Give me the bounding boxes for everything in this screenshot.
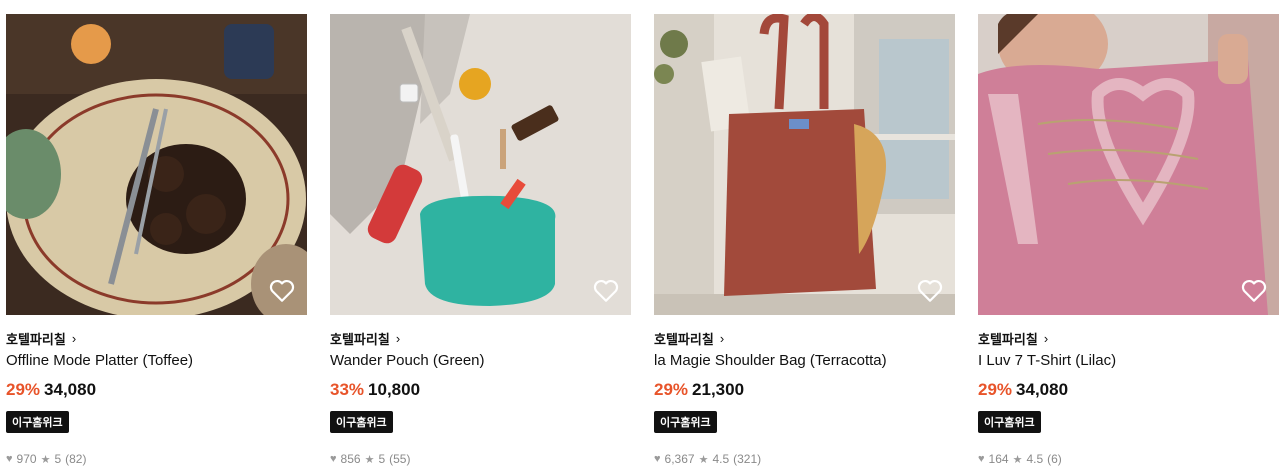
heart-icon[interactable] (269, 279, 295, 303)
rating-value: 5 (54, 452, 62, 466)
like-count: 6,367 (664, 452, 695, 466)
price-row: 29% 34,080 (978, 380, 1279, 404)
heart-small-icon: ♥ (654, 453, 661, 465)
product-image[interactable] (330, 14, 631, 315)
product-name[interactable]: la Magie Shoulder Bag (Terracotta) (654, 352, 955, 372)
product-card[interactable]: 호텔파리칠 › Wander Pouch (Green) 33% 10,800 … (330, 14, 631, 467)
star-icon: ★ (40, 453, 51, 466)
product-image[interactable] (654, 14, 955, 315)
product-stats: ♥ 164 ★ 4.5 (6) (978, 451, 1279, 467)
product-stats: ♥ 970 ★ 5 (82) (6, 451, 307, 467)
platter-photo (6, 14, 307, 315)
event-badge: 이구홈위크 (330, 411, 393, 433)
brand-link[interactable]: 호텔파리칠 › (330, 329, 631, 347)
star-icon: ★ (1012, 453, 1023, 466)
chevron-right-icon: › (1043, 330, 1049, 346)
rating-value: 4.5 (1026, 452, 1044, 466)
sale-price: 34,080 (44, 380, 97, 399)
product-card[interactable]: 호텔파리칠 › Offline Mode Platter (Toffee) 29… (6, 14, 307, 467)
pouch-photo (330, 14, 631, 315)
brand-link[interactable]: 호텔파리칠 › (6, 329, 307, 347)
review-count: (82) (65, 452, 87, 466)
review-count: (6) (1047, 452, 1062, 466)
brand-name: 호텔파리칠 (330, 331, 390, 347)
like-count: 164 (988, 452, 1009, 466)
review-count: (55) (389, 452, 411, 466)
heart-small-icon: ♥ (6, 453, 13, 465)
brand-link[interactable]: 호텔파리칠 › (978, 329, 1279, 347)
product-name[interactable]: I Luv 7 T-Shirt (Lilac) (978, 352, 1279, 372)
sale-price: 10,800 (368, 380, 421, 399)
brand-link[interactable]: 호텔파리칠 › (654, 329, 955, 347)
discount-rate: 29% (6, 380, 41, 399)
heart-icon[interactable] (593, 279, 619, 303)
price-row: 29% 34,080 (6, 380, 307, 404)
product-grid: 호텔파리칠 › Offline Mode Platter (Toffee) 29… (0, 0, 1280, 466)
product-card[interactable]: 호텔파리칠 › la Magie Shoulder Bag (Terracott… (654, 14, 955, 467)
product-stats: ♥ 856 ★ 5 (55) (330, 451, 631, 467)
product-name[interactable]: Offline Mode Platter (Toffee) (6, 352, 307, 372)
discount-rate: 29% (654, 380, 689, 399)
brand-name: 호텔파리칠 (6, 331, 66, 347)
price-row: 29% 21,300 (654, 380, 955, 404)
rating-value: 5 (378, 452, 386, 466)
like-count: 856 (340, 452, 361, 466)
bag-photo (654, 14, 955, 315)
star-icon: ★ (698, 453, 709, 466)
product-card[interactable]: 호텔파리칠 › I Luv 7 T-Shirt (Lilac) 29% 34,0… (978, 14, 1279, 467)
event-badge: 이구홈위크 (654, 411, 717, 433)
product-stats: ♥ 6,367 ★ 4.5 (321) (654, 451, 955, 467)
tshirt-photo (978, 14, 1279, 315)
product-name[interactable]: Wander Pouch (Green) (330, 352, 631, 372)
brand-name: 호텔파리칠 (978, 331, 1038, 347)
event-badge: 이구홈위크 (978, 411, 1041, 433)
like-count: 970 (16, 452, 37, 466)
chevron-right-icon: › (71, 330, 77, 346)
review-count: (321) (733, 452, 762, 466)
product-image[interactable] (978, 14, 1279, 315)
chevron-right-icon: › (719, 330, 725, 346)
rating-value: 4.5 (712, 452, 730, 466)
sale-price: 21,300 (692, 380, 745, 399)
heart-small-icon: ♥ (330, 453, 337, 465)
heart-icon[interactable] (1241, 279, 1267, 303)
product-image[interactable] (6, 14, 307, 315)
star-icon: ★ (364, 453, 375, 466)
heart-icon[interactable] (917, 279, 943, 303)
discount-rate: 33% (330, 380, 365, 399)
brand-name: 호텔파리칠 (654, 331, 714, 347)
price-row: 33% 10,800 (330, 380, 631, 404)
discount-rate: 29% (978, 380, 1013, 399)
heart-small-icon: ♥ (978, 453, 985, 465)
chevron-right-icon: › (395, 330, 401, 346)
sale-price: 34,080 (1016, 380, 1069, 399)
event-badge: 이구홈위크 (6, 411, 69, 433)
